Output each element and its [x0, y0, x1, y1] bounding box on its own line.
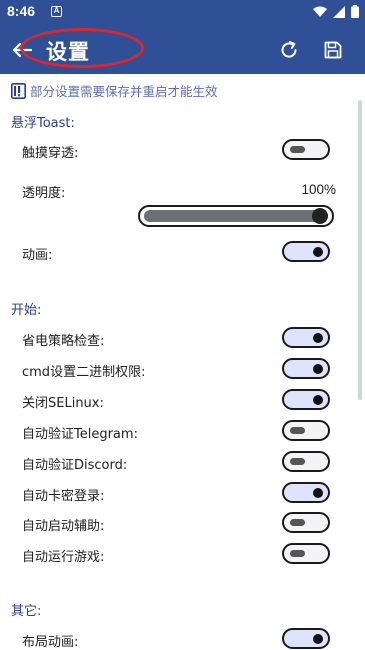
toggle-knob — [313, 364, 323, 374]
auto-key-login-toggle[interactable] — [282, 482, 330, 503]
auto-start-assist-label: 自动启动辅助: — [22, 519, 105, 534]
auto-key-login-label: 自动卡密登录: — [22, 489, 105, 504]
auto-verify-telegram-label: 自动验证Telegram: — [22, 427, 138, 442]
auto-verify-telegram-toggle[interactable] — [282, 420, 330, 441]
section-title-other: 其它: — [11, 604, 42, 619]
section-title-start: 开始: — [11, 303, 42, 318]
notice-text: 部分设置需要保存并重启才能生效 — [30, 84, 218, 99]
auto-verify-discord-label: 自动验证Discord: — [22, 458, 128, 473]
toggle-knob — [313, 634, 323, 644]
touch-through-toggle[interactable] — [282, 139, 330, 160]
opacity-label: 透明度: — [22, 186, 66, 201]
status-bar: 8:46 A — [0, 0, 365, 26]
settings-content: 部分设置需要保存并重启才能生效 悬浮Toast: 触摸穿透: 透明度: 100%… — [0, 74, 365, 650]
animation-label: 动画: — [22, 248, 53, 263]
save-icon[interactable] — [320, 37, 346, 63]
app-bar: 设置 — [0, 26, 365, 74]
layout-animation-toggle[interactable] — [282, 628, 330, 649]
status-time: 8:46 — [7, 3, 36, 19]
wifi-icon — [313, 6, 327, 17]
power-policy-toggle[interactable] — [282, 327, 330, 348]
toggle-knob — [313, 247, 323, 257]
status-icons — [313, 5, 359, 18]
slider-fill — [144, 210, 322, 222]
animation-toggle[interactable] — [282, 241, 330, 262]
toggle-knob — [290, 427, 305, 434]
power-policy-label: 省电策略检查: — [22, 334, 105, 349]
close-selinux-toggle[interactable] — [282, 389, 330, 410]
scrollbar[interactable] — [358, 100, 362, 400]
refresh-icon[interactable] — [276, 37, 302, 63]
battery-icon — [351, 5, 359, 18]
auto-verify-discord-toggle[interactable] — [282, 451, 330, 472]
toggle-knob — [290, 550, 305, 557]
signal-icon — [333, 5, 345, 18]
warning-notice-icon — [11, 82, 26, 99]
layout-animation-label: 布局动画: — [22, 635, 79, 650]
cmd-binary-permission-label: cmd设置二进制权限: — [22, 365, 146, 380]
auto-start-assist-toggle[interactable] — [282, 512, 330, 533]
opacity-slider[interactable] — [138, 205, 334, 227]
toggle-knob — [290, 146, 305, 153]
auto-run-game-toggle[interactable] — [282, 543, 330, 564]
toggle-knob — [290, 458, 305, 465]
notification-icon: A — [51, 6, 62, 17]
touch-through-label: 触摸穿透: — [22, 146, 79, 161]
toggle-knob — [313, 488, 323, 498]
toggle-knob — [313, 395, 323, 405]
opacity-percent: 100% — [301, 182, 336, 197]
restart-notice: 部分设置需要保存并重启才能生效 — [11, 81, 218, 100]
slider-thumb[interactable] — [312, 208, 328, 224]
cmd-binary-permission-toggle[interactable] — [282, 358, 330, 379]
section-title-toast: 悬浮Toast: — [11, 116, 75, 131]
auto-run-game-label: 自动运行游戏: — [22, 550, 105, 565]
close-selinux-label: 关闭SELinux: — [22, 396, 104, 411]
title-highlight-annotation — [20, 28, 144, 68]
toggle-knob — [290, 519, 305, 526]
toggle-knob — [313, 333, 323, 343]
